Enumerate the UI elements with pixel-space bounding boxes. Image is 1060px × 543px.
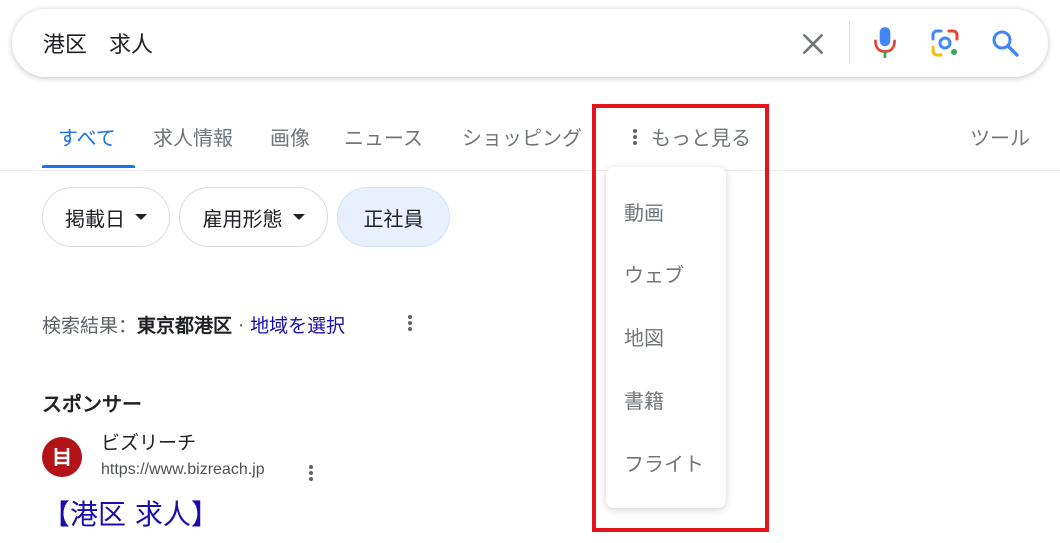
tabs-divider <box>0 170 1060 171</box>
tab-all[interactable]: すべて <box>58 122 116 151</box>
tab-tools[interactable]: ツール <box>970 122 1030 151</box>
more-vert-icon[interactable] <box>405 313 415 333</box>
tab-shopping[interactable]: ショッピング <box>462 122 582 151</box>
active-tab-indicator <box>42 165 135 168</box>
ad-site-name[interactable]: ビズリーチ <box>101 428 196 455</box>
caret-down-icon <box>135 214 147 220</box>
search-input[interactable]: 港区 求人 <box>43 27 153 59</box>
location-separator: · <box>232 315 251 337</box>
search-divider <box>849 21 850 63</box>
sponsored-label: スポンサー <box>42 392 142 416</box>
bizreach-logo-icon <box>54 448 70 466</box>
search-tabs: すべて 求人情報 画像 ニュース ショッピング もっと見る ツール <box>0 110 1060 170</box>
chip-employment-type[interactable]: 雇用形態 <box>179 187 328 247</box>
close-icon[interactable] <box>800 31 826 57</box>
chip-employment-type-label: 雇用形態 <box>202 206 283 231</box>
tab-news[interactable]: ニュース <box>344 122 423 151</box>
ad-title-link[interactable]: 【港区 求人】 <box>42 493 219 533</box>
annotation-highlight-box <box>592 104 769 532</box>
chip-fulltime[interactable]: 正社員 <box>337 187 450 247</box>
tab-jobs[interactable]: 求人情報 <box>153 122 233 151</box>
search-icon[interactable] <box>990 28 1020 58</box>
more-vert-icon[interactable] <box>306 463 316 483</box>
tab-images[interactable]: 画像 <box>270 122 310 151</box>
ad-site-url[interactable]: https://www.bizreach.jp <box>101 461 265 479</box>
caret-down-icon <box>292 214 305 220</box>
choose-region-link[interactable]: 地域を選択 <box>250 315 345 337</box>
location-prefix: 検索結果： <box>42 315 138 337</box>
search-box[interactable]: 港区 求人 <box>12 9 1048 77</box>
bizreach-favicon <box>42 437 82 477</box>
location-place: 東京都港区 <box>137 315 233 337</box>
chip-posted-date-label: 掲載日 <box>65 206 125 231</box>
microphone-icon[interactable] <box>872 26 898 60</box>
camera-lens-icon[interactable] <box>930 28 960 58</box>
chip-fulltime-label: 正社員 <box>363 206 424 231</box>
chip-posted-date[interactable]: 掲載日 <box>42 187 170 247</box>
location-line: 検索結果：東京都港区 · 地域を選択 <box>42 311 345 338</box>
